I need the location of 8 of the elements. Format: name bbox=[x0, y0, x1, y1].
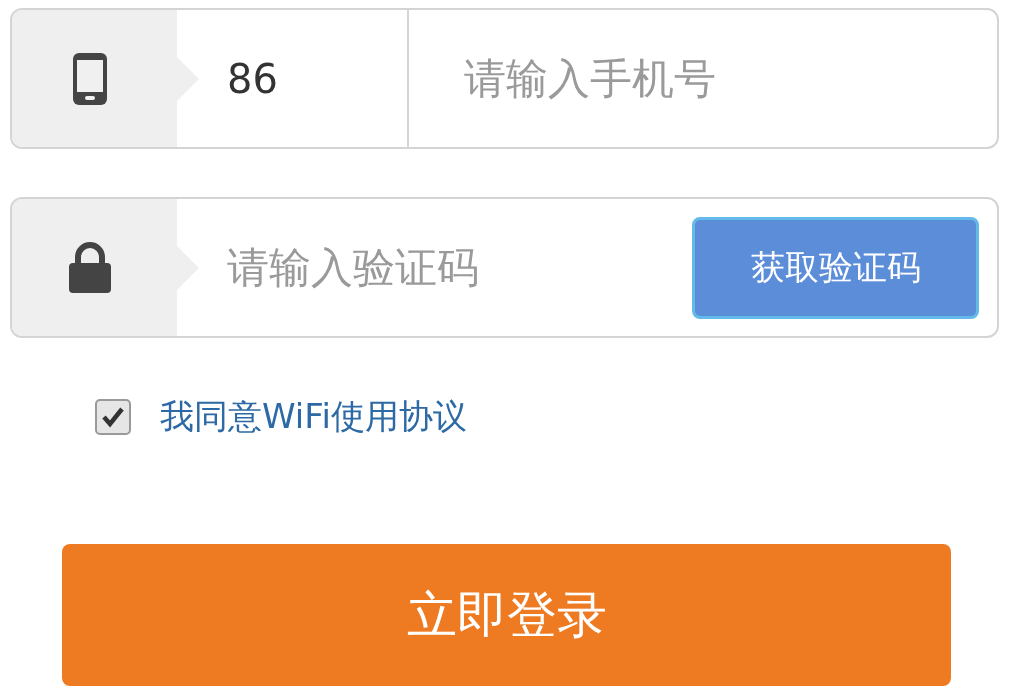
phone-icon bbox=[70, 50, 109, 107]
code-input[interactable]: 请输入验证码 bbox=[199, 242, 692, 293]
phone-input[interactable]: 请输入手机号 bbox=[409, 53, 997, 104]
agreement-checkbox[interactable] bbox=[95, 399, 131, 435]
country-code[interactable]: 86 bbox=[209, 10, 409, 147]
get-code-button[interactable]: 获取验证码 bbox=[692, 216, 979, 319]
lock-icon bbox=[66, 241, 113, 294]
agreement-link[interactable]: 我同意WiFi使用协议 bbox=[160, 394, 467, 440]
